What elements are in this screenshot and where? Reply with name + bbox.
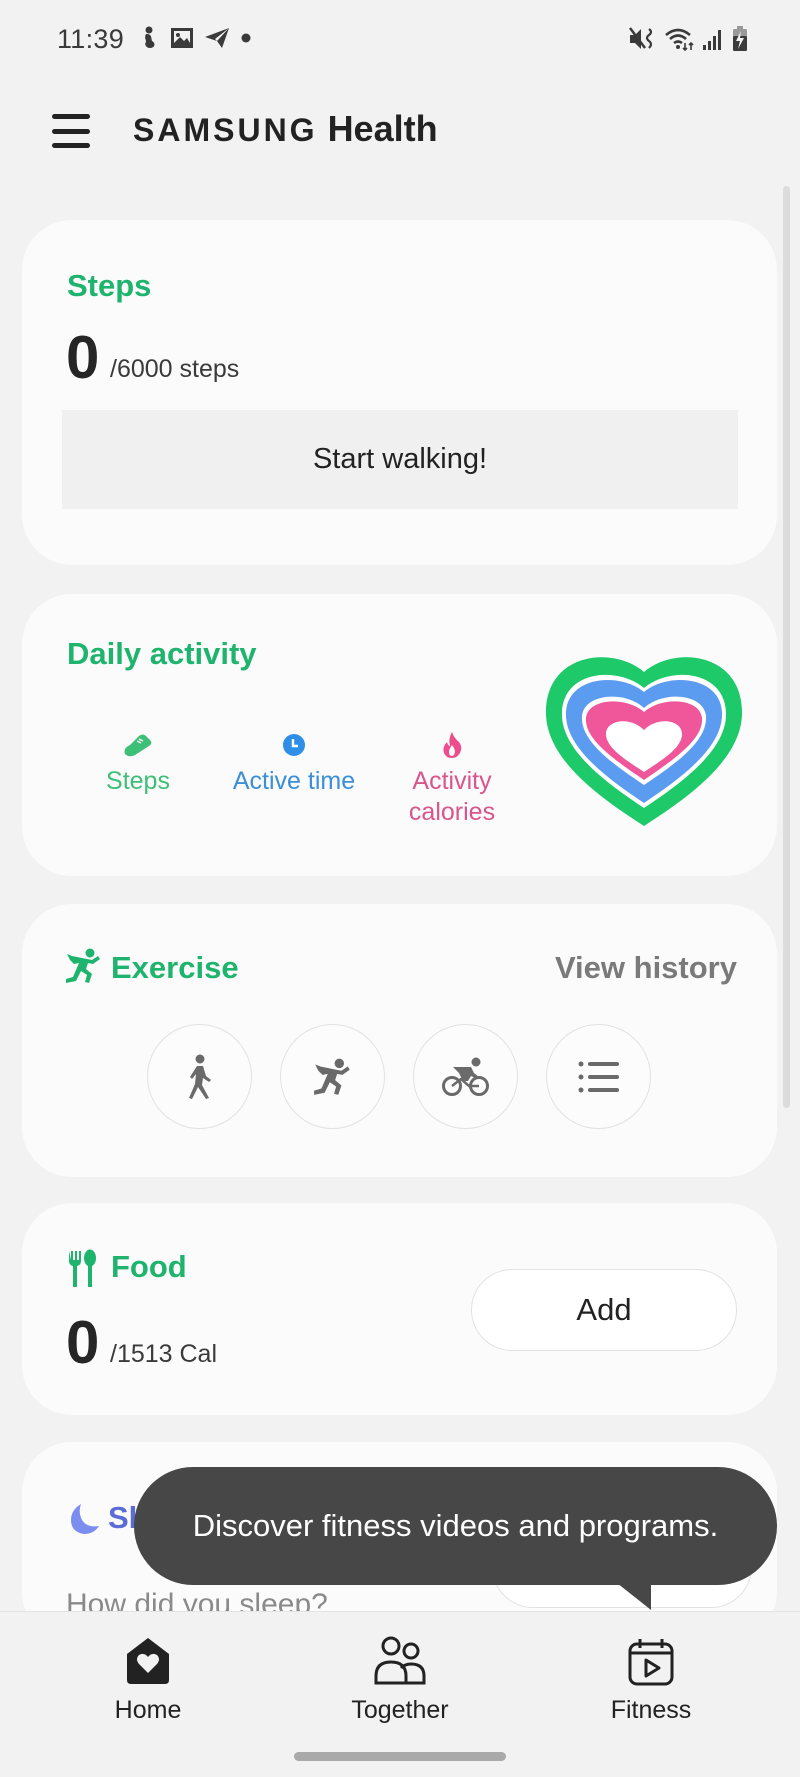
product-name: Health — [327, 108, 438, 149]
exercise-walking-button[interactable] — [147, 1024, 252, 1129]
exercise-title: Exercise — [111, 950, 239, 985]
steps-label: Steps — [106, 767, 170, 795]
exercise-more-button[interactable] — [546, 1024, 651, 1129]
fitness-calendar-play-icon — [628, 1639, 674, 1686]
steps-count: 0 — [66, 324, 100, 391]
pregnancy-icon — [145, 26, 155, 48]
walking-icon — [188, 1054, 211, 1099]
notification-dot-icon — [241, 33, 251, 43]
running-icon — [66, 948, 100, 983]
hamburger-menu-icon — [52, 114, 90, 119]
daily-activity-calories: Activity calories — [372, 730, 532, 828]
daily-activity-steps: Steps — [58, 730, 218, 797]
nav-home[interactable]: Home — [58, 1636, 238, 1725]
menu-button[interactable] — [52, 114, 90, 148]
tooltip-text: Discover fitness videos and programs. — [192, 1508, 719, 1543]
activity-calories-label-line2: calories — [408, 798, 496, 826]
flame-icon — [443, 732, 462, 758]
cycling-icon — [441, 1057, 489, 1096]
view-history-link[interactable]: View history — [555, 950, 737, 986]
food-utensils-icon — [69, 1249, 96, 1287]
home-indicator[interactable] — [294, 1752, 506, 1761]
food-calories-count: 0 — [66, 1309, 100, 1376]
hamburger-line — [52, 143, 90, 148]
gallery-icon — [171, 28, 193, 48]
battery-charging-icon — [733, 26, 747, 51]
activity-rings-heart-icon[interactable] — [544, 650, 744, 828]
list-icon — [578, 1061, 619, 1092]
daily-activity-title: Daily activity — [67, 636, 257, 671]
steps-card-title: Steps — [67, 268, 152, 303]
nav-together-label: Together — [351, 1696, 449, 1724]
food-title: Food — [111, 1249, 187, 1284]
tooltip-pointer — [617, 1583, 651, 1610]
shoe-icon — [124, 734, 152, 757]
running-icon — [313, 1058, 350, 1095]
daily-activity-active-time: Active time — [214, 730, 374, 797]
active-time-label: Active time — [232, 767, 356, 795]
nav-fitness-label: Fitness — [610, 1696, 692, 1724]
food-calories-goal: /1513 Cal — [110, 1340, 218, 1368]
nav-home-label: Home — [114, 1696, 182, 1724]
food-card[interactable]: Food 0 /1513 Cal Add — [22, 1203, 777, 1415]
app-title: SAMSUNG Health — [133, 108, 438, 150]
status-time: 11:39 — [57, 24, 125, 54]
steps-card[interactable]: Steps 0 /6000 steps Start walking! — [22, 220, 777, 565]
people-icon — [374, 1636, 426, 1685]
signal-icon — [703, 30, 721, 50]
fitness-tooltip[interactable]: Discover fitness videos and programs. — [134, 1467, 777, 1585]
scrollbar[interactable] — [783, 186, 790, 1108]
daily-activity-card[interactable]: Daily activity Steps Active time Activit… — [22, 594, 777, 876]
exercise-card[interactable]: Exercise View history — [22, 904, 777, 1177]
status-right-icons — [628, 26, 748, 52]
clock-icon — [283, 734, 305, 756]
steps-goal: /6000 steps — [110, 355, 240, 383]
brand-logo-text: SAMSUNG — [133, 112, 318, 148]
status-left-icons — [140, 26, 252, 50]
home-heart-icon — [127, 1638, 169, 1684]
exercise-running-button[interactable] — [280, 1024, 385, 1129]
exercise-cycling-button[interactable] — [413, 1024, 518, 1129]
wifi-icon — [665, 28, 694, 52]
telegram-icon — [205, 28, 229, 48]
nav-fitness[interactable]: Fitness — [561, 1636, 741, 1725]
start-walking-button[interactable]: Start walking! — [62, 410, 738, 509]
moon-icon — [71, 1504, 99, 1534]
mute-vibrate-icon — [629, 27, 653, 49]
hamburger-line — [52, 128, 90, 134]
nav-together[interactable]: Together — [310, 1636, 490, 1725]
activity-calories-label-line1: Activity — [412, 767, 492, 795]
add-food-button[interactable]: Add — [471, 1269, 737, 1351]
